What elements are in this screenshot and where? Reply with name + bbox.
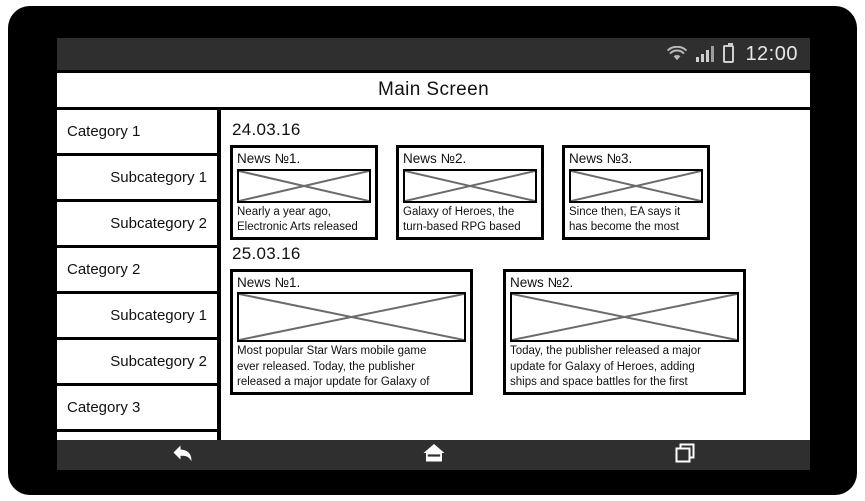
news-card[interactable]: News №2. Today, the publisher released a … (503, 268, 746, 395)
nav-bar-filler (57, 470, 810, 478)
sidebar-item-label: Subcategory 1 (110, 307, 207, 324)
sidebar-item-category-2-3[interactable]: Category 2 (57, 248, 217, 294)
news-card-line: turn-based RPG based (403, 220, 521, 233)
crossed-image-placeholder (510, 292, 739, 343)
news-card[interactable]: News №1. Nearly a year ago, Electronic Art… (230, 145, 378, 240)
status-bar-clock: 12:00 (745, 42, 798, 65)
news-card-title: News №3. (569, 151, 633, 166)
app-title-bar: Main Screen (57, 70, 810, 110)
news-card-line: ever released. Today, the publisher (237, 360, 415, 373)
news-card-line: Electronic Arts released (237, 220, 358, 233)
news-group-date: 24.03.16 (232, 120, 301, 139)
main-body: Category 1 Subcategory 1 Subcategory 2 Cate… (57, 110, 810, 440)
signal-bars-icon (696, 46, 715, 62)
news-card-body: Galaxy of Heroes, the turn-based RPG base… (403, 205, 537, 235)
back-icon (170, 442, 196, 469)
sidebar-item-label: Category 2 (67, 261, 141, 278)
sidebar-item-label: Subcategory 2 (110, 353, 207, 370)
news-card-row: News №1. Nearly a year ago, Electronic Art… (230, 145, 802, 240)
news-card-row: News №1. Most popular Star Wars mobile ga… (230, 268, 802, 395)
news-group-date: 25.03.16 (232, 243, 301, 263)
news-card-title: News №2. (510, 274, 574, 290)
home-icon (422, 442, 446, 469)
sidebar-item-subcategory-1-1[interactable]: Subcategory 1 (57, 156, 217, 202)
news-card[interactable]: News №2. Galaxy of Heroes, the turn-based … (396, 145, 544, 240)
status-bar: 12:00 (57, 38, 810, 70)
news-card-line: Today, the publisher released a major (510, 345, 701, 358)
device-screen: 12:00 Main Screen Category 1 Subcategory … (57, 38, 810, 478)
news-card-title: News №2. (403, 151, 467, 166)
wifi-icon (667, 46, 688, 62)
news-card-body: Most popular Star Wars mobile game ever r… (237, 344, 466, 390)
sidebar-item-category-1-0[interactable]: Category 1 (57, 110, 217, 156)
news-card-title: News №1. (237, 274, 301, 290)
news-card[interactable]: News №3. Since then, EA says it has become… (562, 145, 710, 240)
sidebar-item-subcategory-2-5[interactable]: Subcategory 2 (57, 340, 217, 386)
news-card-line: released a major update for Galaxy of (237, 375, 430, 388)
sidebar-item-label: Subcategory 2 (110, 215, 207, 232)
sidebar-menu: Category 1 Subcategory 1 Subcategory 2 Cate… (57, 110, 221, 440)
sidebar-item-subcategory-1-4[interactable]: Subcategory 1 (57, 294, 217, 340)
news-card-line: Since then, EA says it (569, 205, 681, 218)
sidebar-item-category-3-6[interactable]: Category 3 (57, 386, 217, 432)
recents-icon (673, 442, 697, 469)
sidebar-item-label: Category 1 (67, 123, 141, 140)
news-card-line: Most popular Star Wars mobile game (237, 345, 427, 358)
news-card-line: ships and space battles for the first (510, 375, 688, 388)
news-card-line: update for Galaxy of Heroes, adding (510, 360, 695, 373)
news-card[interactable]: News №1. Most popular Star Wars mobile ga… (230, 268, 473, 395)
crossed-image-placeholder (237, 292, 466, 343)
back-button[interactable] (57, 440, 308, 470)
news-card-body: Today, the publisher released a major upd… (510, 344, 739, 390)
crossed-image-placeholder (569, 168, 703, 203)
news-content-area: 24.03.16 News №1. Nearly a year ago, Electr… (221, 110, 810, 440)
news-card-body: Since then, EA says it has become the mos… (569, 205, 703, 235)
sidebar-item-label: Subcategory 1 (110, 169, 207, 186)
sidebar-item-label: Category 3 (67, 399, 141, 416)
battery-icon (723, 43, 735, 63)
page-title: Main Screen (377, 79, 490, 100)
news-card-line: has become the most (569, 220, 679, 233)
news-card-line: Nearly a year ago, (237, 205, 331, 218)
crossed-image-placeholder (237, 168, 371, 203)
home-button[interactable] (308, 440, 559, 470)
recents-button[interactable] (559, 440, 810, 470)
news-card-line: Galaxy of Heroes, the (403, 205, 515, 218)
android-navigation-bar (57, 440, 810, 470)
crossed-image-placeholder (403, 168, 537, 203)
news-card-title: News №1. (237, 151, 301, 166)
sidebar-item-subcategory-2-2[interactable]: Subcategory 2 (57, 202, 217, 248)
device-bezel: 12:00 Main Screen Category 1 Subcategory … (8, 6, 857, 495)
news-card-body: Nearly a year ago, Electronic Arts releas… (237, 205, 371, 235)
